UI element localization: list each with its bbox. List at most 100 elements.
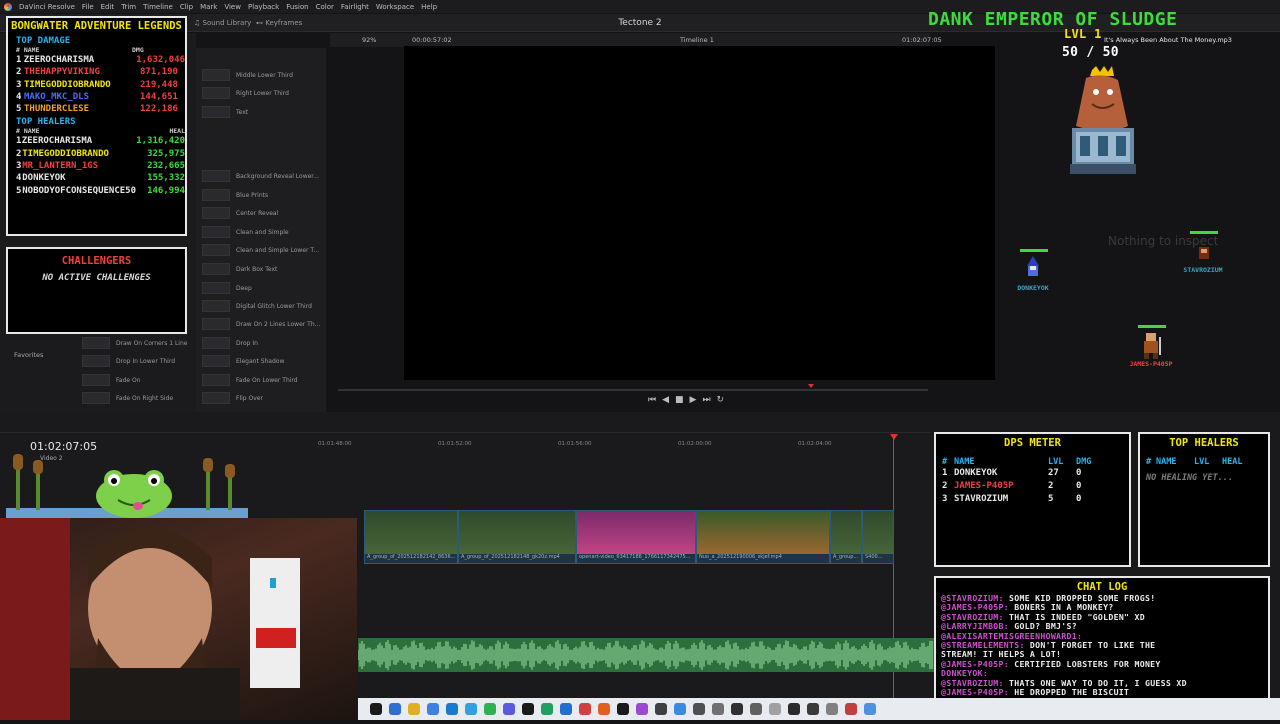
taskbar-app-icon[interactable] [655,703,667,715]
taskbar-app-icon[interactable] [522,703,534,715]
effect-item[interactable]: Right Lower Third [202,85,322,101]
video-clip[interactable]: S400... [862,510,894,564]
player-value: 146,994 [147,185,185,196]
taskbar-app-icon[interactable] [598,703,610,715]
menu-edit[interactable]: Edit [101,3,115,11]
taskbar-app-icon[interactable] [427,703,439,715]
menu-fusion[interactable]: Fusion [286,3,308,11]
chat-username: @STAVROZIUM: [941,612,1004,622]
effect-item[interactable]: Background Reveal Lower... [202,168,322,184]
effect-item[interactable]: Elegant Shadow [202,353,322,369]
effect-item[interactable]: Clean and Simple [202,224,322,240]
taskbar-app-icon[interactable] [560,703,572,715]
taskbar-app-icon[interactable] [731,703,743,715]
player-name: TIMEGODDIOBRANDO [24,79,111,90]
taskbar-app-icon[interactable] [750,703,762,715]
effect-item[interactable]: Fade On Right Side [82,390,194,406]
effect-item[interactable]: Deep [202,280,322,296]
taskbar-app-icon[interactable] [446,703,458,715]
leaderboard-row: 5 NOBODYOFCONSEQUENCE50 146,994 [16,185,185,197]
dps-name: STAVROZIUM [954,494,1009,504]
taskbar-app-icon[interactable] [484,703,496,715]
taskbar-app-icon[interactable] [617,703,629,715]
clip-label: S400... [863,554,893,563]
audio-track[interactable] [357,638,934,672]
taskbar-app-icon[interactable] [769,703,781,715]
taskbar-app-icon[interactable] [788,703,800,715]
video-clip[interactable]: Nuo_a_202512190006_skjef.mp4 [696,510,830,564]
menu-color[interactable]: Color [316,3,334,11]
viewer-scrubber[interactable] [338,389,928,391]
player-value: 219,448 [140,79,178,90]
effect-item[interactable]: Fade On Lower Third [202,372,322,388]
effect-item[interactable]: Blue Prints [202,187,322,203]
menu-fairlight[interactable]: Fairlight [341,3,369,11]
effect-item[interactable]: Digital Glitch Lower Third [202,298,322,314]
rogue-sprite-icon[interactable] [1197,245,1211,261]
taskbar-app-icon[interactable] [845,703,857,715]
taskbar-app-icon[interactable] [864,703,876,715]
effect-item[interactable]: Center Reveal [202,205,322,221]
effect-item[interactable]: Draw On Corners 1 Line [82,335,194,351]
dps-level: 5 [1048,494,1054,504]
effect-item[interactable]: Drop In Lower Third [82,353,194,369]
taskbar-app-icon[interactable] [579,703,591,715]
scrubber-playhead-icon[interactable] [808,384,814,388]
video-clip[interactable]: A_group_of_202512182148_gk20z.mp4 [458,510,576,564]
menu-file[interactable]: File [82,3,94,11]
effect-item[interactable]: Clean and Simple Lower T... [202,242,322,258]
effect-item[interactable]: Drop In [202,335,322,351]
menu-help[interactable]: Help [421,3,437,11]
effect-item[interactable]: Draw On 2 Lines Lower Th... [202,316,322,332]
effect-item[interactable]: Middle Lower Third [202,67,322,83]
project-title: Tectone 2 [618,18,662,28]
viewer-zoom[interactable]: 92% [362,36,376,44]
davinci-logo-icon [4,2,12,11]
effect-item[interactable]: Dark Box Text [202,261,322,277]
effect-thumbnail-icon [82,392,110,404]
wizard-sprite-icon[interactable] [1024,256,1042,278]
taskbar-app-icon[interactable] [807,703,819,715]
effect-thumbnail-icon [202,282,230,294]
player-value: 144,651 [140,91,178,102]
boss-sprite-icon[interactable] [1066,66,1140,178]
playhead-marker-icon[interactable] [890,434,898,440]
warrior-sprite-icon[interactable] [1138,331,1164,359]
transport-controls[interactable]: ⏮◀■▶⏭↻ [648,395,730,405]
menu-trim[interactable]: Trim [121,3,136,11]
menu-timeline[interactable]: Timeline [143,3,173,11]
menu-mark[interactable]: Mark [200,3,217,11]
effect-item[interactable]: Flip Over [202,390,322,406]
keyframes-button[interactable]: ⊷ Keyframes [256,19,302,27]
ruler-tick-label: 01:02:04:00 [798,441,832,447]
video-viewer[interactable] [404,46,995,380]
taskbar-app-icon[interactable] [674,703,686,715]
video-clip[interactable]: A_group_of_202512182142_8636... [364,510,458,564]
taskbar-app-icon[interactable] [465,703,477,715]
taskbar-app-icon[interactable] [389,703,401,715]
favorites-label[interactable]: Favorites [14,351,43,359]
taskbar-app-icon[interactable] [693,703,705,715]
healers-col-heal: HEAL [1222,457,1243,467]
player-value: 1,632,046 [136,55,185,65]
timeline-name[interactable]: Timeline 1 [680,36,714,44]
menu-workspace[interactable]: Workspace [376,3,414,11]
effect-label: Deep [236,284,252,292]
menu-clip[interactable]: Clip [180,3,193,11]
taskbar-app-icon[interactable] [370,703,382,715]
effect-item[interactable]: Fade On [82,372,194,388]
menu-view[interactable]: View [224,3,241,11]
taskbar-app-icon[interactable] [503,703,515,715]
effect-item[interactable]: Text [202,104,322,120]
taskbar-app-icon[interactable] [541,703,553,715]
sound-library-button[interactable]: ♫ Sound Library [194,19,251,27]
taskbar-app-icon[interactable] [408,703,420,715]
taskbar-app-icon[interactable] [826,703,838,715]
video-clip[interactable]: A_group... [830,510,862,564]
video-clip[interactable]: openart-video_63417186_1766117342475... [576,510,696,564]
menu-playback[interactable]: Playback [248,3,279,11]
effect-thumbnail-icon [202,355,230,367]
taskbar-app-icon[interactable] [636,703,648,715]
menu-app[interactable]: DaVinci Resolve [19,3,75,11]
taskbar-app-icon[interactable] [712,703,724,715]
